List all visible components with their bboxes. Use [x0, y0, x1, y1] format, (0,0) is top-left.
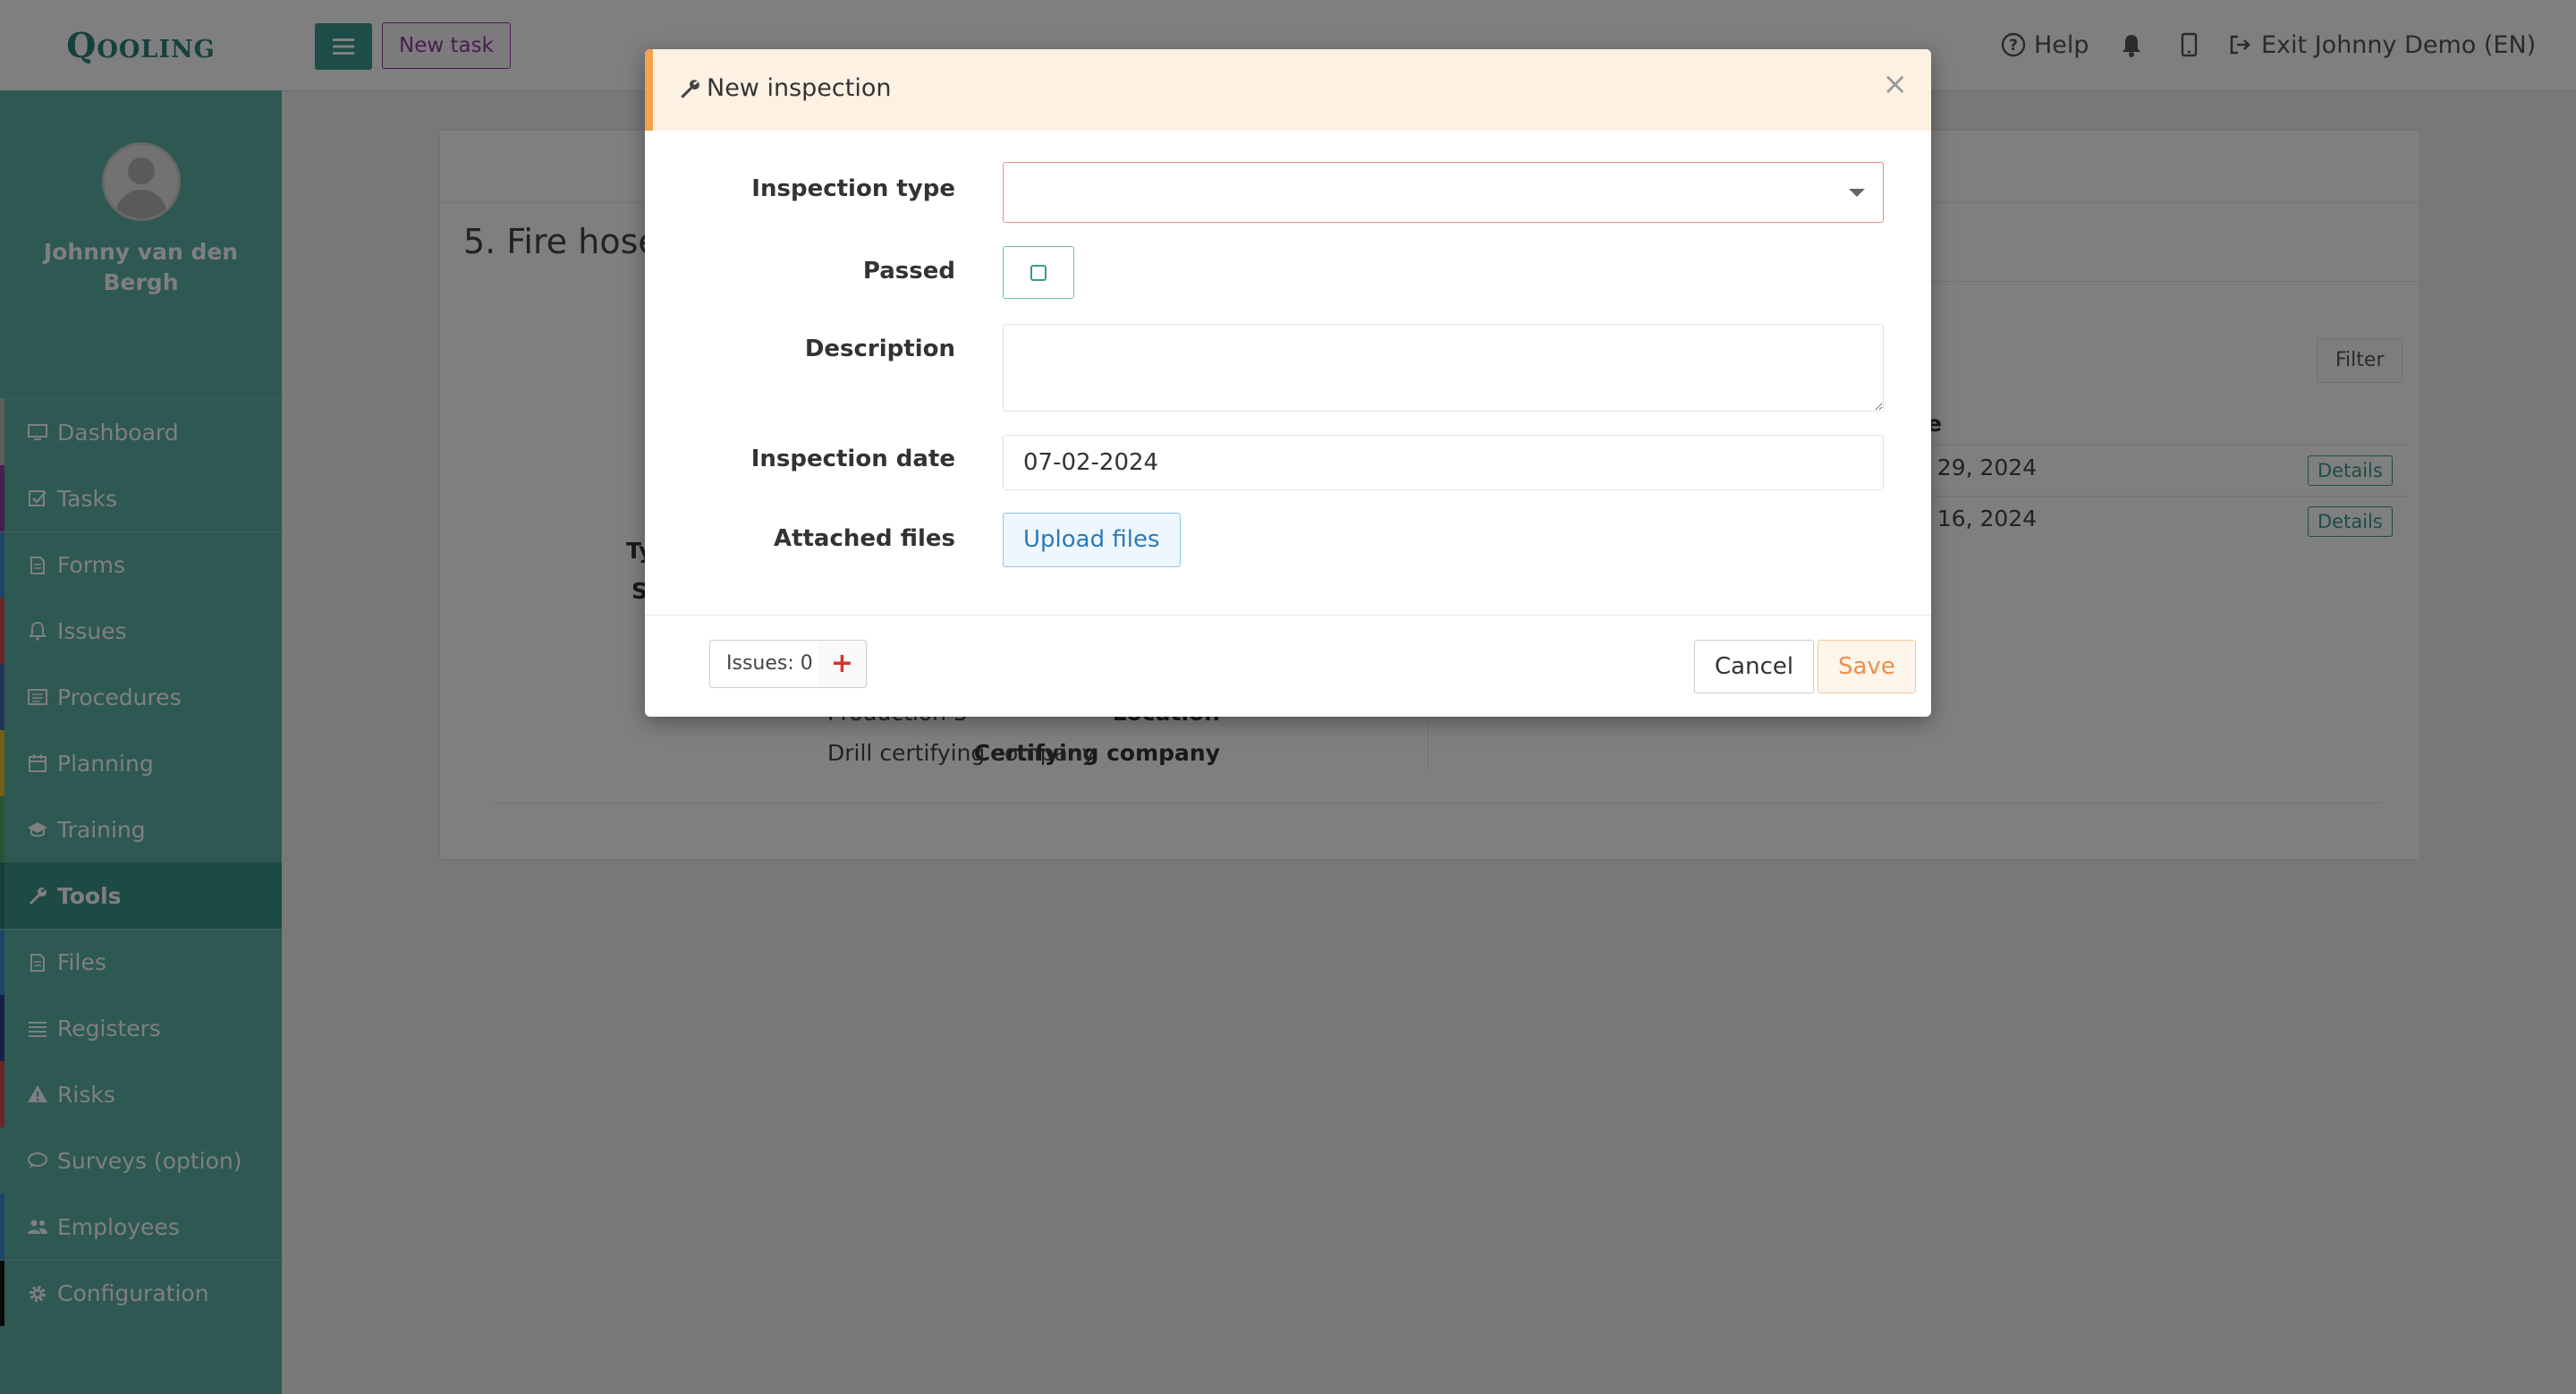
passed-label: Passed — [862, 258, 955, 285]
inspection-type-select[interactable] — [1003, 162, 1884, 223]
chevron-down-icon — [1849, 189, 1865, 197]
attached-files-label: Attached files — [773, 525, 955, 552]
inspection-date-input[interactable] — [1003, 435, 1884, 490]
cancel-button[interactable]: Cancel — [1694, 640, 1815, 693]
close-icon[interactable]: × — [1883, 69, 1909, 99]
modal-header: New inspection × — [645, 49, 1931, 131]
modal-footer-divider — [645, 615, 1931, 616]
passed-checkbox[interactable] — [1030, 264, 1046, 281]
modal-title: New inspection — [678, 74, 891, 102]
upload-files-button[interactable]: Upload files — [1003, 513, 1181, 567]
plus-icon: + — [830, 648, 854, 679]
inspection-type-label: Inspection type — [751, 175, 955, 202]
description-label: Description — [804, 336, 955, 362]
wrench-icon — [681, 79, 699, 98]
new-inspection-modal: New inspection × Inspection type Passed … — [645, 49, 1931, 717]
passed-toggle[interactable] — [1003, 246, 1074, 299]
modal-title-text: New inspection — [707, 74, 892, 102]
description-textarea[interactable] — [1003, 324, 1884, 412]
issues-count-badge[interactable]: Issues: 0 — [709, 640, 830, 688]
save-button[interactable]: Save — [1818, 640, 1916, 693]
add-issue-button[interactable]: + — [818, 640, 867, 688]
inspection-date-label: Inspection date — [750, 446, 955, 472]
